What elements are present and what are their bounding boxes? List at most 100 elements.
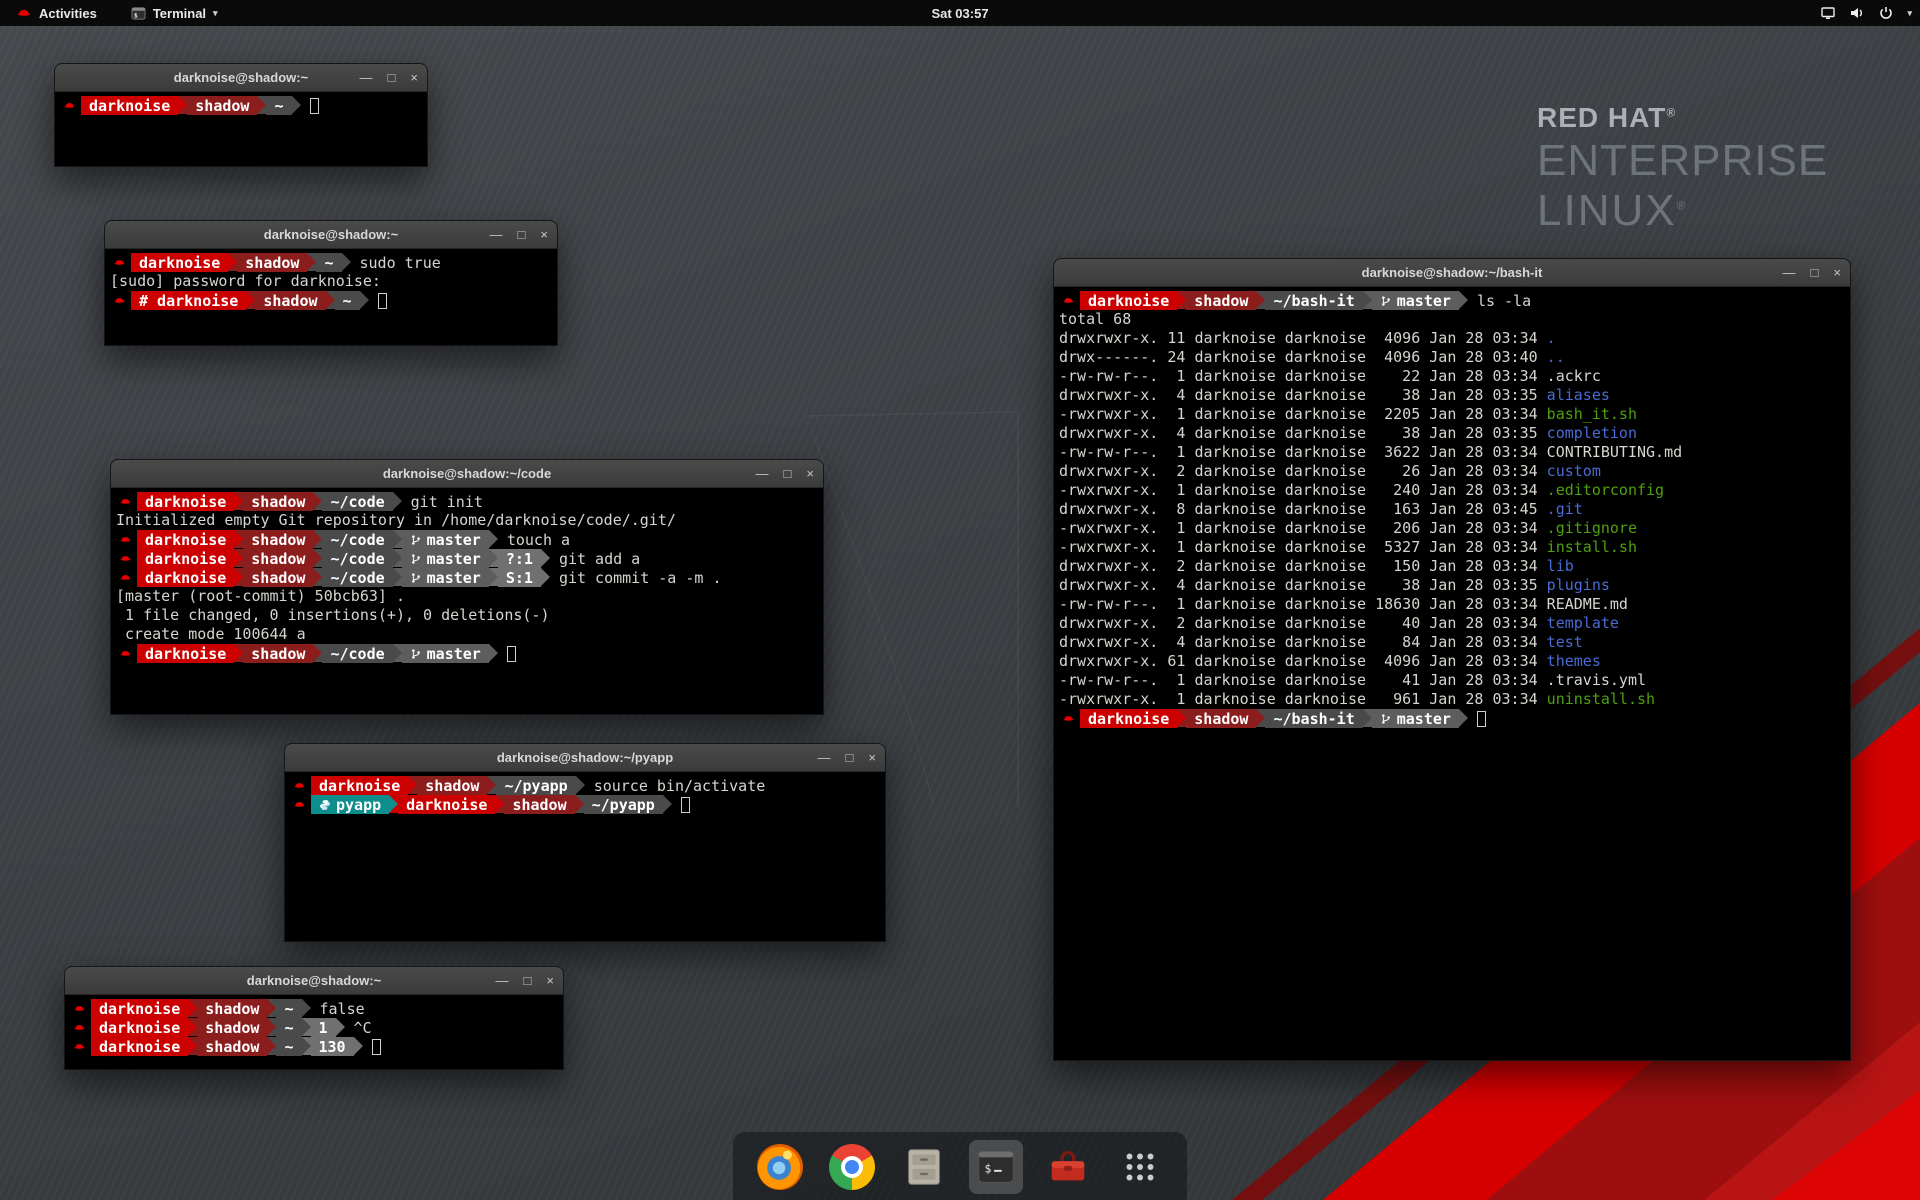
terminal-line: -rwxrwxr-x. 1 darknoise darknoise 2205 J… [1059, 405, 1845, 424]
redhat-icon [293, 776, 306, 795]
activities-label: Activities [39, 6, 97, 21]
maximize-button[interactable]: □ [388, 71, 396, 84]
powerline-separator [246, 291, 255, 309]
terminal-content[interactable]: darknoiseshadow~/codegit initInitialized… [111, 488, 823, 667]
output-text: -rwxrwxr-x. 1 darknoise darknoise 961 Ja… [1059, 690, 1547, 708]
output-text: completion [1547, 424, 1637, 442]
window-titlebar[interactable]: darknoise@shadow:~/bash-it — □ × [1054, 259, 1850, 287]
powerline-separator [1363, 709, 1372, 727]
powerline-separator [336, 1018, 345, 1036]
terminal-line: drwxrwxr-x. 4 darknoise darknoise 84 Jan… [1059, 633, 1845, 652]
redhat-icon [119, 549, 132, 568]
svg-text:$: $ [985, 1162, 992, 1176]
file-manager-icon[interactable] [897, 1140, 951, 1194]
output-text: -rwxrwxr-x. 1 darknoise darknoise 2205 J… [1059, 405, 1547, 423]
maximize-button[interactable]: □ [846, 751, 854, 764]
prompt-segment-host: shadow [1186, 291, 1256, 310]
terminal-window-home-2: darknoise@shadow:~ — □ × darknoiseshadow… [64, 966, 564, 1070]
toolbox-icon[interactable] [1041, 1140, 1095, 1194]
prompt-segment-status: ?:1 [498, 549, 541, 568]
python-icon [319, 799, 331, 811]
terminal-content[interactable]: darknoiseshadow~/bash-itmasterls -latota… [1054, 287, 1850, 732]
app-menu[interactable]: $ Terminal ▾ [125, 0, 224, 26]
window-titlebar[interactable]: darknoise@shadow:~ — □ × [105, 221, 557, 249]
prompt-segment-user: darknoise [137, 549, 234, 568]
clock[interactable]: Sat 03:57 [931, 0, 988, 26]
powerline-separator [313, 492, 322, 510]
close-button[interactable]: × [868, 751, 876, 764]
close-button[interactable]: × [806, 467, 814, 480]
maximize-button[interactable]: □ [518, 228, 526, 241]
terminal-content[interactable]: darknoiseshadow~/pyappsource bin/activat… [285, 772, 885, 818]
minimize-button[interactable]: — [490, 228, 503, 241]
command-text: touch a [507, 530, 570, 549]
window-titlebar[interactable]: darknoise@shadow:~ — □ × [65, 967, 563, 995]
terminal-line: -rw-rw-r--. 1 darknoise darknoise 41 Jan… [1059, 671, 1845, 690]
svg-text:$: $ [134, 11, 138, 19]
terminal-line: darknoiseshadow~/codemaster?:1git add a [116, 549, 818, 568]
terminal-line: 1 file changed, 0 insertions(+), 0 delet… [116, 606, 818, 625]
maximize-button[interactable]: □ [524, 974, 532, 987]
prompt-segment-path: ~ [266, 96, 291, 115]
prompt-segment-user: darknoise [1080, 709, 1177, 728]
output-text: .. [1547, 348, 1565, 366]
output-text: drwxrwxr-x. 61 darknoise darknoise 4096 … [1059, 652, 1547, 670]
window-titlebar[interactable]: darknoise@shadow:~/code — □ × [111, 460, 823, 488]
redhat-icon [119, 492, 132, 511]
terminal-content[interactable]: darknoiseshadow~falsedarknoiseshadow~1^C… [65, 995, 563, 1060]
command-text: false [320, 999, 365, 1018]
git-branch-icon [1380, 295, 1392, 307]
redhat-icon [293, 795, 306, 814]
close-button[interactable]: × [540, 228, 548, 241]
git-branch-icon [410, 572, 422, 584]
gnome-terminal-icon[interactable]: $ [969, 1140, 1023, 1194]
minimize-button[interactable]: — [756, 467, 769, 480]
command-text: source bin/activate [594, 776, 766, 795]
desktop: RED HAT® ENTERPRISE LINUX® Activities $ … [0, 0, 1920, 1200]
powerline-separator [663, 795, 672, 813]
maximize-button[interactable]: □ [784, 467, 792, 480]
output-text: -rw-rw-r--. 1 darknoise darknoise 41 Jan… [1059, 671, 1547, 689]
google-chrome-icon[interactable] [825, 1140, 879, 1194]
minimize-button[interactable]: — [360, 71, 373, 84]
terminal-line: drwxrwxr-x. 2 darknoise darknoise 26 Jan… [1059, 462, 1845, 481]
prompt-segment-host: shadow [243, 568, 313, 587]
window-titlebar[interactable]: darknoise@shadow:~/pyapp — □ × [285, 744, 885, 772]
terminal-cursor [372, 1039, 381, 1055]
prompt-segment-host: shadow [243, 644, 313, 663]
app-grid-icon[interactable] [1113, 1140, 1167, 1194]
maximize-button[interactable]: □ [1811, 266, 1819, 279]
system-status-area[interactable]: ▾ [1820, 0, 1912, 26]
window-title: darknoise@shadow:~ [174, 70, 308, 85]
minimize-button[interactable]: — [496, 974, 509, 987]
close-button[interactable]: × [546, 974, 554, 987]
output-text: drwxrwxr-x. 2 darknoise darknoise 150 Ja… [1059, 557, 1547, 575]
redhat-icon [73, 1018, 86, 1037]
git-branch-icon [410, 553, 422, 565]
redhat-branding: RED HAT® ENTERPRISE LINUX® [1537, 102, 1828, 236]
window-titlebar[interactable]: darknoise@shadow:~ — □ × [55, 64, 427, 92]
minimize-button[interactable]: — [1783, 266, 1796, 279]
prompt-segment-path: ~/code [322, 644, 392, 663]
prompt-segment-host: shadow [243, 492, 313, 511]
terminal-line: darknoiseshadow~130 [70, 1037, 558, 1056]
powerline-separator [307, 253, 316, 271]
close-button[interactable]: × [1833, 266, 1841, 279]
terminal-content[interactable]: darknoiseshadow~ [55, 92, 427, 119]
prompt-segment-branch: master [402, 530, 489, 549]
activities-button[interactable]: Activities [10, 0, 103, 26]
output-text: .editorconfig [1547, 481, 1664, 499]
firefox-icon[interactable] [753, 1140, 807, 1194]
powerline-separator [393, 644, 402, 662]
close-button[interactable]: × [410, 71, 418, 84]
terminal-line: [sudo] password for darknoise: [110, 272, 552, 291]
terminal-line: drwxrwxr-x. 8 darknoise darknoise 163 Ja… [1059, 500, 1845, 519]
powerline-separator [234, 530, 243, 548]
registered-mark: ® [1666, 106, 1676, 120]
output-text: drwxrwxr-x. 2 darknoise darknoise 26 Jan… [1059, 462, 1547, 480]
minimize-button[interactable]: — [818, 751, 831, 764]
powerline-separator [489, 530, 498, 548]
terminal-line: -rwxrwxr-x. 1 darknoise darknoise 5327 J… [1059, 538, 1845, 557]
powerline-separator [313, 530, 322, 548]
terminal-content[interactable]: darknoiseshadow~sudo true[sudo] password… [105, 249, 557, 314]
